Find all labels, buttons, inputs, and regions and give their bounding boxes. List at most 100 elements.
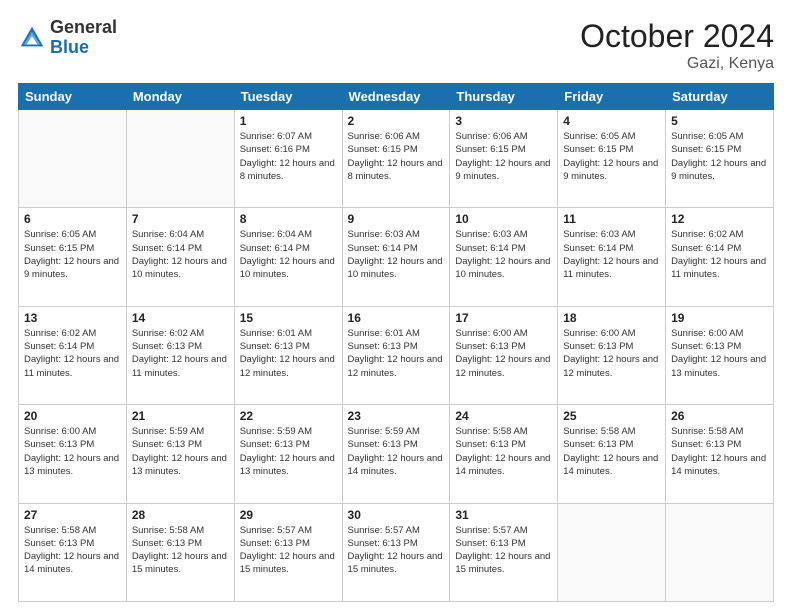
day-info: Sunrise: 6:02 AM Sunset: 6:14 PM Dayligh… — [24, 327, 121, 380]
day-info: Sunrise: 6:05 AM Sunset: 6:15 PM Dayligh… — [671, 130, 768, 183]
day-number: 12 — [671, 212, 768, 226]
calendar-cell: 13 Sunrise: 6:02 AM Sunset: 6:14 PM Dayli… — [19, 306, 127, 404]
day-info: Sunrise: 6:03 AM Sunset: 6:14 PM Dayligh… — [563, 228, 660, 281]
day-info: Sunrise: 6:03 AM Sunset: 6:14 PM Dayligh… — [455, 228, 552, 281]
day-info: Sunrise: 5:57 AM Sunset: 6:13 PM Dayligh… — [240, 524, 337, 577]
calendar-cell: 22 Sunrise: 5:59 AM Sunset: 6:13 PM Dayli… — [234, 405, 342, 503]
day-number: 30 — [348, 508, 445, 522]
day-info: Sunrise: 6:07 AM Sunset: 6:16 PM Dayligh… — [240, 130, 337, 183]
calendar-cell: 27Sunrise: 5:58 AM Sunset: 6:13 PM Dayli… — [19, 503, 127, 601]
calendar-cell: 11 Sunrise: 6:03 AM Sunset: 6:14 PM Dayli… — [558, 208, 666, 306]
calendar-cell: 2 Sunrise: 6:06 AM Sunset: 6:15 PM Daylig… — [342, 110, 450, 208]
calendar-cell — [19, 110, 127, 208]
day-info: Sunrise: 5:57 AM Sunset: 6:13 PM Dayligh… — [348, 524, 445, 577]
day-number: 21 — [132, 409, 229, 423]
logo-icon — [18, 24, 46, 52]
calendar-cell: 29 Sunrise: 5:57 AM Sunset: 6:13 PM Dayli… — [234, 503, 342, 601]
weekday-header-friday: Friday — [558, 84, 666, 110]
day-info: Sunrise: 6:01 AM Sunset: 6:13 PM Dayligh… — [348, 327, 445, 380]
day-number: 16 — [348, 311, 445, 325]
calendar-cell: 25Sunrise: 5:58 AM Sunset: 6:13 PM Dayli… — [558, 405, 666, 503]
page: General Blue October 2024 Gazi, Kenya Su… — [0, 0, 792, 612]
calendar-cell — [558, 503, 666, 601]
day-info: Sunrise: 5:59 AM Sunset: 6:13 PM Dayligh… — [240, 425, 337, 478]
calendar-cell: 9 Sunrise: 6:03 AM Sunset: 6:14 PM Daylig… — [342, 208, 450, 306]
calendar-cell: 1Sunrise: 6:07 AM Sunset: 6:16 PM Daylig… — [234, 110, 342, 208]
calendar-cell: 5 Sunrise: 6:05 AM Sunset: 6:15 PM Daylig… — [666, 110, 774, 208]
day-number: 25 — [563, 409, 660, 423]
weekday-header-sunday: Sunday — [19, 84, 127, 110]
day-number: 7 — [132, 212, 229, 226]
weekday-header-tuesday: Tuesday — [234, 84, 342, 110]
weekday-header-row: SundayMondayTuesdayWednesdayThursdayFrid… — [19, 84, 774, 110]
day-info: Sunrise: 6:00 AM Sunset: 6:13 PM Dayligh… — [563, 327, 660, 380]
calendar-cell: 26 Sunrise: 5:58 AM Sunset: 6:13 PM Dayli… — [666, 405, 774, 503]
day-number: 10 — [455, 212, 552, 226]
calendar-cell — [126, 110, 234, 208]
title-location: Gazi, Kenya — [580, 55, 774, 73]
day-info: Sunrise: 5:58 AM Sunset: 6:13 PM Dayligh… — [132, 524, 229, 577]
calendar-cell: 31 Sunrise: 5:57 AM Sunset: 6:13 PM Dayli… — [450, 503, 558, 601]
day-number: 6 — [24, 212, 121, 226]
calendar-cell: 7 Sunrise: 6:04 AM Sunset: 6:14 PM Daylig… — [126, 208, 234, 306]
day-number: 17 — [455, 311, 552, 325]
day-info: Sunrise: 5:59 AM Sunset: 6:13 PM Dayligh… — [132, 425, 229, 478]
day-number: 3 — [455, 114, 552, 128]
calendar-cell: 12 Sunrise: 6:02 AM Sunset: 6:14 PM Dayli… — [666, 208, 774, 306]
day-number: 18 — [563, 311, 660, 325]
calendar-cell: 21 Sunrise: 5:59 AM Sunset: 6:13 PM Dayli… — [126, 405, 234, 503]
day-info: Sunrise: 6:04 AM Sunset: 6:14 PM Dayligh… — [132, 228, 229, 281]
day-number: 22 — [240, 409, 337, 423]
day-info: Sunrise: 6:04 AM Sunset: 6:14 PM Dayligh… — [240, 228, 337, 281]
day-number: 26 — [671, 409, 768, 423]
day-number: 28 — [132, 508, 229, 522]
day-number: 2 — [348, 114, 445, 128]
calendar-cell — [666, 503, 774, 601]
weekday-header-monday: Monday — [126, 84, 234, 110]
calendar-cell: 30 Sunrise: 5:57 AM Sunset: 6:13 PM Dayli… — [342, 503, 450, 601]
day-info: Sunrise: 5:58 AM Sunset: 6:13 PM Dayligh… — [455, 425, 552, 478]
day-number: 14 — [132, 311, 229, 325]
calendar-cell: 3 Sunrise: 6:06 AM Sunset: 6:15 PM Daylig… — [450, 110, 558, 208]
day-number: 13 — [24, 311, 121, 325]
calendar-cell: 4Sunrise: 6:05 AM Sunset: 6:15 PM Daylig… — [558, 110, 666, 208]
day-info: Sunrise: 6:03 AM Sunset: 6:14 PM Dayligh… — [348, 228, 445, 281]
weekday-header-thursday: Thursday — [450, 84, 558, 110]
calendar-week-row: 27 Sunrise: 5:58 AM Sunset: 6:13 PM Dayli… — [19, 503, 774, 601]
weekday-header-wednesday: Wednesday — [342, 84, 450, 110]
calendar-week-row: 1Sunrise: 6:07 AM Sunset: 6:16 PM Daylig… — [19, 110, 774, 208]
day-info: Sunrise: 6:06 AM Sunset: 6:15 PM Dayligh… — [455, 130, 552, 183]
day-number: 5 — [671, 114, 768, 128]
day-info: Sunrise: 5:58 AM Sunset: 6:13 PM Dayligh… — [671, 425, 768, 478]
logo-general: General — [50, 18, 117, 38]
day-number: 9 — [348, 212, 445, 226]
day-number: 19 — [671, 311, 768, 325]
calendar-cell: 19 Sunrise: 6:00 AM Sunset: 6:13 PM Dayli… — [666, 306, 774, 404]
day-info: Sunrise: 6:05 AM Sunset: 6:15 PM Dayligh… — [563, 130, 660, 183]
day-info: Sunrise: 6:06 AM Sunset: 6:15 PM Dayligh… — [348, 130, 445, 183]
calendar-cell: 6 Sunrise: 6:05 AM Sunset: 6:15 PM Daylig… — [19, 208, 127, 306]
day-info: Sunrise: 6:01 AM Sunset: 6:13 PM Dayligh… — [240, 327, 337, 380]
day-info: Sunrise: 6:00 AM Sunset: 6:13 PM Dayligh… — [671, 327, 768, 380]
calendar-cell: 23 Sunrise: 5:59 AM Sunset: 6:13 PM Dayli… — [342, 405, 450, 503]
day-number: 24 — [455, 409, 552, 423]
calendar-cell: 14Sunrise: 6:02 AM Sunset: 6:13 PM Dayli… — [126, 306, 234, 404]
day-info: Sunrise: 6:05 AM Sunset: 6:15 PM Dayligh… — [24, 228, 121, 281]
day-info: Sunrise: 5:57 AM Sunset: 6:13 PM Dayligh… — [455, 524, 552, 577]
day-number: 27 — [24, 508, 121, 522]
day-info: Sunrise: 6:02 AM Sunset: 6:14 PM Dayligh… — [671, 228, 768, 281]
day-number: 8 — [240, 212, 337, 226]
title-block: October 2024 Gazi, Kenya — [580, 18, 774, 73]
day-number: 31 — [455, 508, 552, 522]
day-number: 23 — [348, 409, 445, 423]
calendar-cell: 16 Sunrise: 6:01 AM Sunset: 6:13 PM Dayli… — [342, 306, 450, 404]
calendar-cell: 15 Sunrise: 6:01 AM Sunset: 6:13 PM Dayli… — [234, 306, 342, 404]
day-info: Sunrise: 6:00 AM Sunset: 6:13 PM Dayligh… — [455, 327, 552, 380]
day-number: 29 — [240, 508, 337, 522]
day-number: 15 — [240, 311, 337, 325]
title-month: October 2024 — [580, 18, 774, 55]
calendar-week-row: 20Sunrise: 6:00 AM Sunset: 6:13 PM Dayli… — [19, 405, 774, 503]
day-info: Sunrise: 6:00 AM Sunset: 6:13 PM Dayligh… — [24, 425, 121, 478]
day-number: 11 — [563, 212, 660, 226]
day-info: Sunrise: 5:59 AM Sunset: 6:13 PM Dayligh… — [348, 425, 445, 478]
